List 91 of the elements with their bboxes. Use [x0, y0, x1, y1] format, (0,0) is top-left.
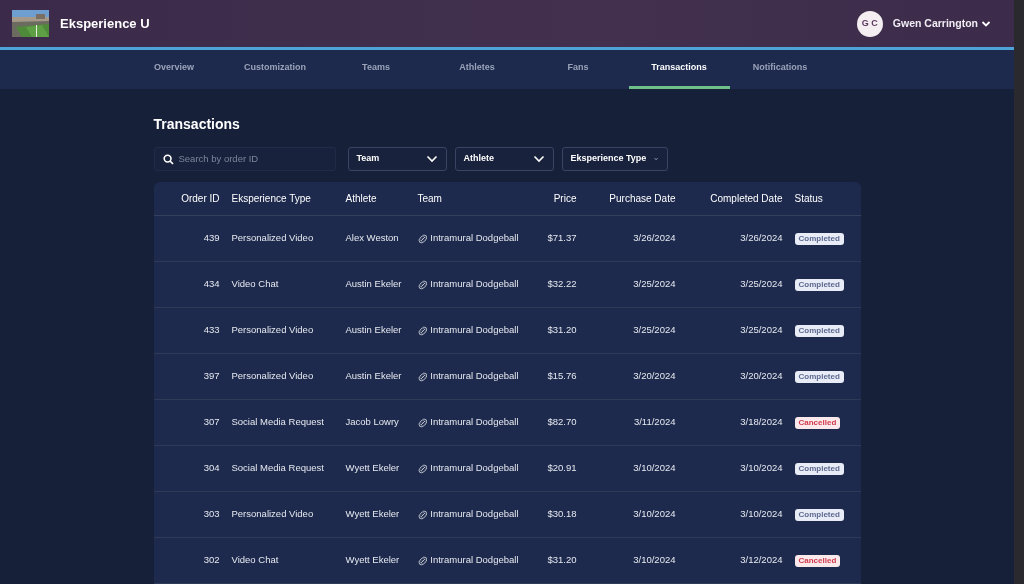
table-cell: Jacob Lowry [345, 416, 399, 428]
table-cell: Social Media Request [231, 416, 324, 428]
column-header[interactable]: Price [553, 192, 577, 204]
table-cell: 3/26/2024 [633, 232, 676, 244]
chevron-down-icon[interactable] [981, 19, 991, 28]
column-header[interactable]: Order ID [181, 192, 220, 204]
chevron-down-icon [425, 154, 438, 163]
status-badge: Completed [794, 463, 844, 475]
table-cell: Wyett Ekeler [345, 554, 400, 566]
table-cell: Intramural Dodgeball [430, 231, 519, 246]
table-cell: 3/20/2024 [633, 370, 676, 382]
table-cell: Intramural Dodgeball [430, 553, 519, 568]
table-cell: $82.70 [547, 416, 577, 428]
table-cell: Austin Ekeler [345, 370, 402, 382]
filter-dropdown[interactable]: Team [347, 146, 447, 171]
column-header[interactable]: Athlete [345, 192, 377, 204]
table-cell: Intramural Dodgeball [430, 415, 519, 430]
table-cell: $30.18 [547, 508, 577, 520]
table-cell: Intramural Dodgeball [430, 369, 519, 384]
table-cell: 303 [203, 508, 220, 520]
table-cell: 3/25/2024 [740, 278, 783, 290]
nav-tab[interactable]: Overview [123, 50, 225, 89]
table-cell: 439 [203, 232, 220, 244]
nav-tab[interactable]: Notifications [729, 50, 831, 89]
scrollbar[interactable] [1014, 0, 1024, 584]
nav-tab[interactable]: Athletes [426, 50, 528, 89]
table-cell: 3/12/2024 [740, 554, 783, 566]
brand-name: Eksperience U [60, 14, 150, 33]
table-cell: $31.20 [547, 554, 577, 566]
status-badge: Completed [794, 371, 844, 383]
table-cell: Intramural Dodgeball [430, 461, 519, 476]
filter-dropdown[interactable]: Athlete [454, 146, 554, 171]
user-name[interactable]: Gwen Carrington [892, 15, 978, 32]
table-cell: Personalized Video [231, 370, 314, 382]
column-header[interactable]: Completed Date [710, 192, 783, 204]
table-cell: 3/10/2024 [740, 462, 783, 474]
table-cell: 3/10/2024 [633, 462, 676, 474]
chevron-down-icon [532, 154, 545, 163]
table-cell: Wyett Ekeler [345, 508, 400, 520]
table-cell: $71.37 [547, 232, 577, 244]
table-cell: Intramural Dodgeball [430, 277, 519, 292]
table-cell: 3/10/2024 [633, 508, 676, 520]
table-cell: Personalized Video [231, 232, 314, 244]
table-cell: 3/20/2024 [740, 370, 783, 382]
table-cell: 3/10/2024 [740, 508, 783, 520]
table-cell: 304 [203, 462, 220, 474]
status-badge: Cancelled [794, 555, 841, 567]
table-cell: 302 [203, 554, 220, 566]
column-header[interactable]: Team [417, 192, 442, 204]
table-cell: Video Chat [231, 554, 279, 566]
table-cell: $15.76 [547, 370, 577, 382]
column-header[interactable]: Eksperience Type [231, 192, 311, 204]
nav-tab[interactable]: Teams [325, 50, 427, 89]
status-badge: Completed [794, 233, 844, 245]
table-cell: Personalized Video [231, 324, 314, 336]
table-cell: Intramural Dodgeball [430, 507, 519, 522]
table-cell: 433 [203, 324, 220, 336]
page-title: Transactions [153, 114, 241, 134]
table-cell: 3/25/2024 [633, 278, 676, 290]
table-cell: 307 [203, 416, 220, 428]
column-header[interactable]: Status [794, 192, 823, 204]
table-cell: Austin Ekeler [345, 324, 402, 336]
filter-dropdown[interactable]: Eksperience Type [561, 146, 668, 171]
table-cell: 3/26/2024 [740, 232, 783, 244]
status-badge: Completed [794, 279, 844, 291]
status-badge: Cancelled [794, 417, 841, 429]
table-cell: 3/18/2024 [740, 416, 783, 428]
table-cell: 397 [203, 370, 220, 382]
table-cell: Personalized Video [231, 508, 314, 520]
status-badge: Completed [794, 509, 844, 521]
table-cell: 3/10/2024 [633, 554, 676, 566]
table-cell: $31.20 [547, 324, 577, 336]
table-cell: Video Chat [231, 278, 279, 290]
table-cell: Social Media Request [231, 462, 324, 474]
search-field[interactable]: Search by order ID [153, 146, 336, 171]
table-cell: Austin Ekeler [345, 278, 402, 290]
table-cell: 3/25/2024 [740, 324, 783, 336]
table-cell: 434 [203, 278, 220, 290]
table-cell: Wyett Ekeler [345, 462, 400, 474]
nav-tab[interactable]: Customization [224, 50, 326, 89]
table-cell: Alex Weston [345, 232, 399, 244]
table-cell: Intramural Dodgeball [430, 323, 519, 338]
user-avatar[interactable]: G C [856, 10, 883, 37]
table-cell: $32.22 [547, 278, 577, 290]
column-header[interactable]: Purchase Date [609, 192, 676, 204]
table-cell: 3/11/2024 [633, 416, 676, 428]
nav-tab[interactable]: Fans [527, 50, 629, 89]
status-badge: Completed [794, 325, 844, 337]
nav-tab[interactable]: Transactions [628, 50, 730, 89]
table-cell: $20.91 [547, 462, 577, 474]
table-cell: 3/25/2024 [633, 324, 676, 336]
